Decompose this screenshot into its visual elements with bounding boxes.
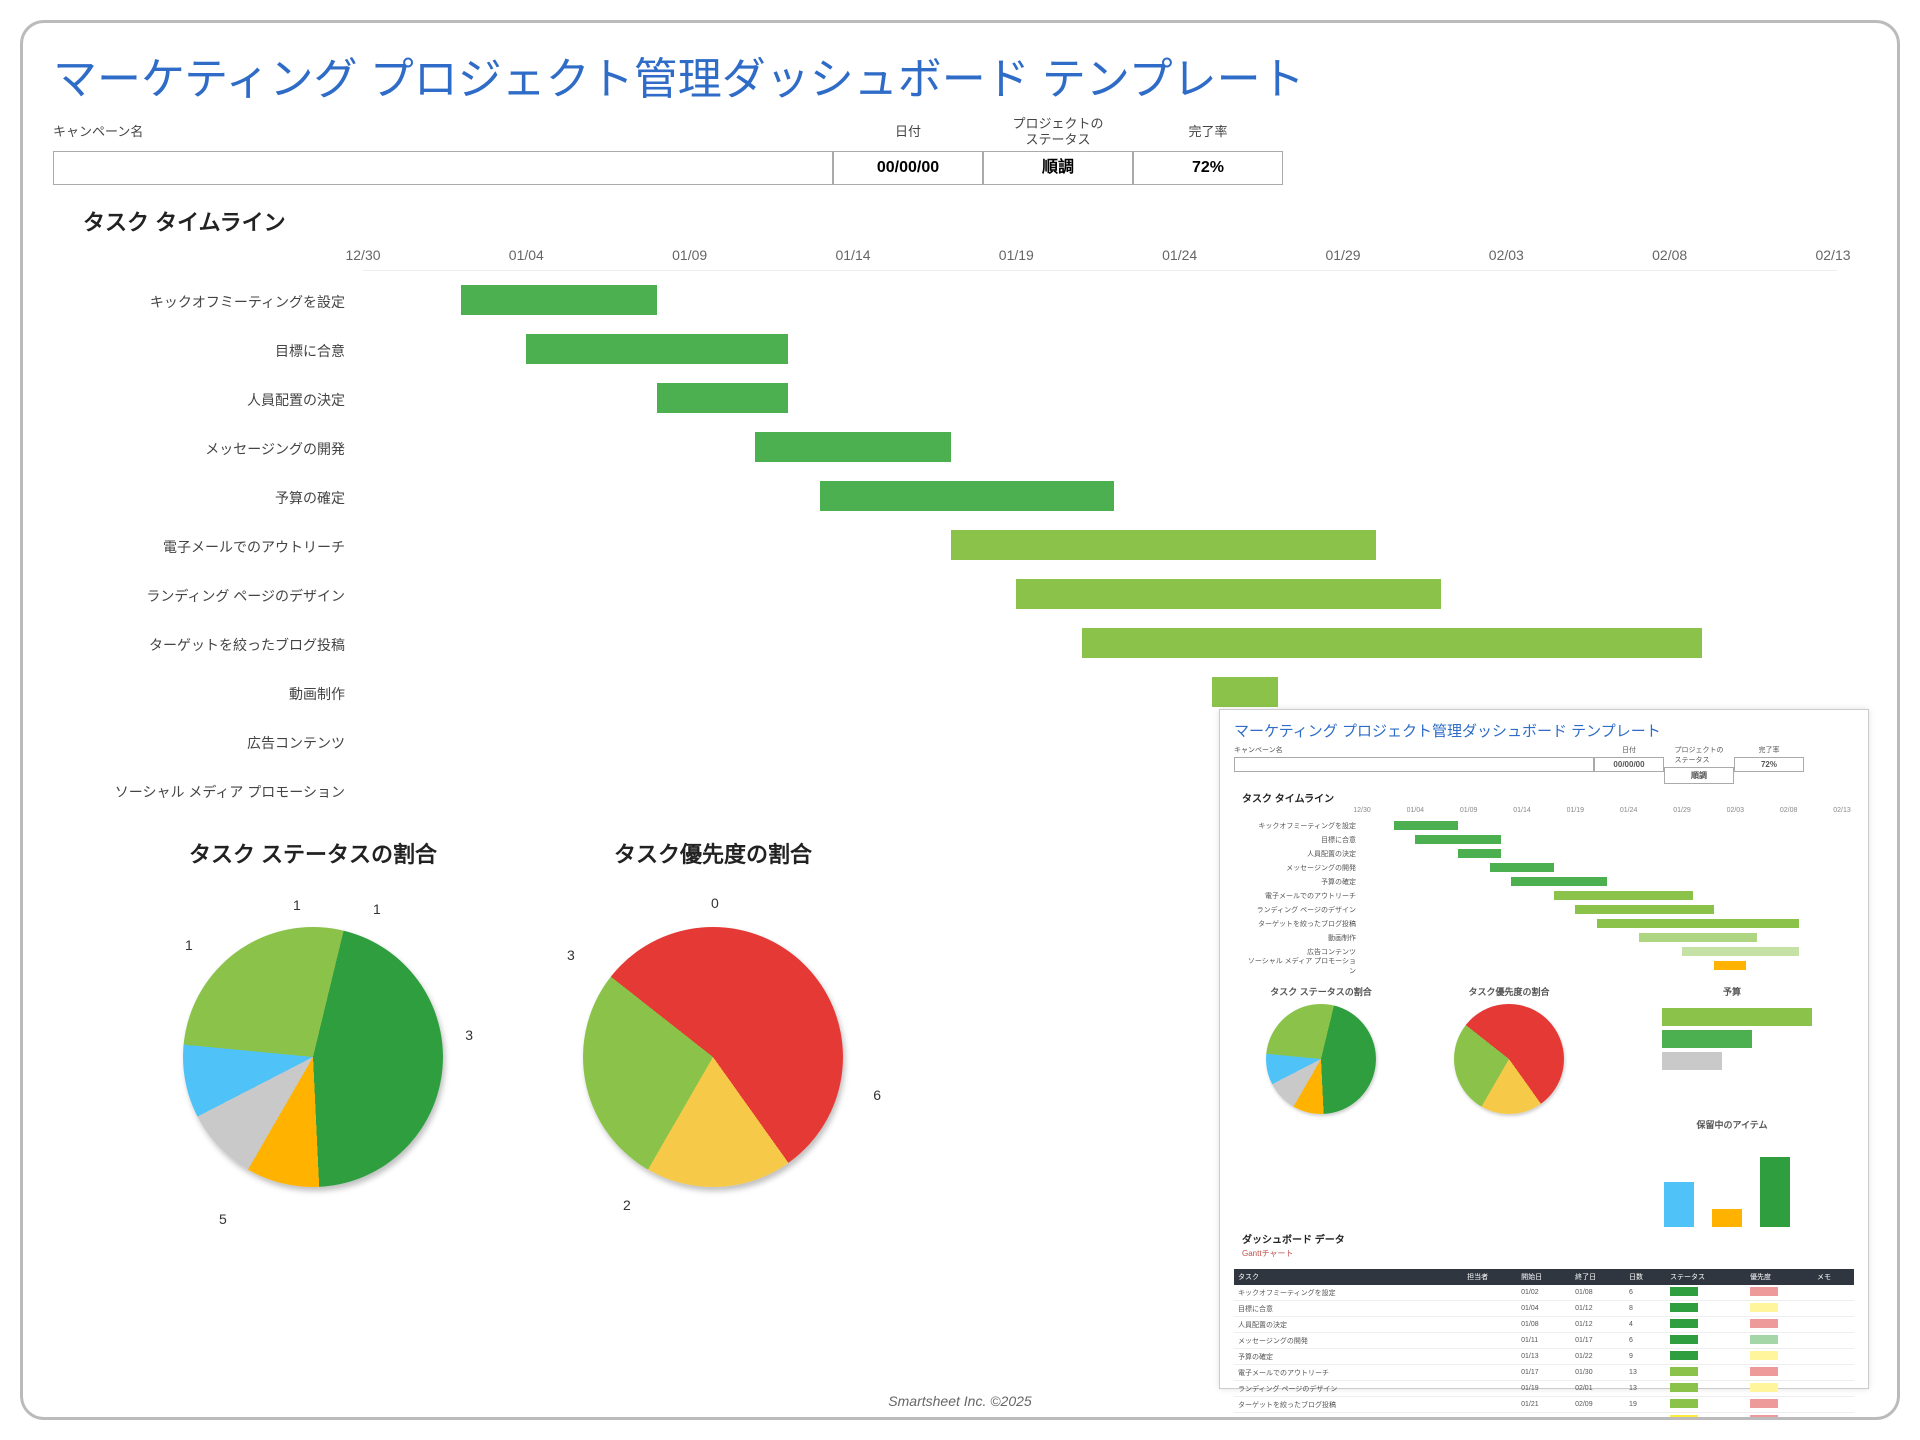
thumb-title: マーケティング プロジェクト管理ダッシュボード テンプレート bbox=[1234, 720, 1854, 741]
page-title: マーケティング プロジェクト管理ダッシュボード テンプレート bbox=[53, 43, 1867, 107]
status-label: プロジェクトの ステータス bbox=[1012, 117, 1103, 147]
campaign-label: キャンペーン名 bbox=[53, 117, 143, 147]
gantt-bar[interactable] bbox=[1082, 628, 1703, 658]
gantt-task-label: 予算の確定 bbox=[93, 488, 363, 508]
gantt-task-label: ソーシャル メディア プロモーション bbox=[93, 782, 363, 802]
completion-label: 完了率 bbox=[1188, 117, 1227, 147]
gantt-bar[interactable] bbox=[1016, 579, 1441, 609]
status-pie: 1 1 1 3 5 bbox=[143, 887, 483, 1227]
gantt-task-label: 動画制作 bbox=[93, 684, 363, 704]
gantt-bar[interactable] bbox=[1212, 677, 1277, 707]
gantt-task-label: 広告コンテンツ bbox=[93, 733, 363, 753]
gantt-task-label: 電子メールでのアウトリーチ bbox=[93, 537, 363, 557]
gantt-bar[interactable] bbox=[820, 481, 1114, 511]
dashboard-page: マーケティング プロジェクト管理ダッシュボード テンプレート キャンペーン名 日… bbox=[20, 20, 1900, 1420]
gantt-task-label: 人員配置の決定 bbox=[93, 390, 363, 410]
gantt-bar[interactable] bbox=[526, 334, 787, 364]
gantt-task-label: 目標に合意 bbox=[93, 341, 363, 361]
gantt-task-label: メッセージングの開発 bbox=[93, 439, 363, 459]
gantt-task-label: ランディング ページのデザイン bbox=[93, 586, 363, 606]
gantt-bar[interactable] bbox=[657, 383, 788, 413]
gantt-task-label: キックオフミーティングを設定 bbox=[93, 292, 363, 312]
status-value[interactable]: 順調 bbox=[983, 151, 1133, 185]
completion-value: 72% bbox=[1133, 151, 1283, 185]
dashboard-thumbnail: マーケティング プロジェクト管理ダッシュボード テンプレート キャンペーン名 日… bbox=[1219, 709, 1869, 1389]
date-value[interactable]: 00/00/00 bbox=[833, 151, 983, 185]
thumb-data-table: タスク担当者開始日終了日日数ステータス優先度メモ キックオフミーティングを設定0… bbox=[1234, 1269, 1854, 1420]
priority-pie: 0 3 6 2 bbox=[543, 887, 883, 1227]
meta-row: キャンペーン名 日付 00/00/00 プロジェクトの ステータス 順調 完了率… bbox=[53, 117, 1867, 185]
gantt-task-label: ターゲットを絞ったブログ投稿 bbox=[93, 635, 363, 655]
gantt-bar[interactable] bbox=[755, 432, 951, 462]
gantt-bar[interactable] bbox=[951, 530, 1376, 560]
pie2-title: タスク優先度の割合 bbox=[543, 837, 883, 869]
date-label: 日付 bbox=[895, 117, 921, 147]
footer: Smartsheet Inc. ©2025 bbox=[888, 1393, 1031, 1409]
campaign-input[interactable] bbox=[53, 151, 833, 185]
gantt-title: タスク タイムライン bbox=[83, 205, 1867, 237]
gantt-bar[interactable] bbox=[461, 285, 657, 315]
pie1-title: タスク ステータスの割合 bbox=[143, 837, 483, 869]
